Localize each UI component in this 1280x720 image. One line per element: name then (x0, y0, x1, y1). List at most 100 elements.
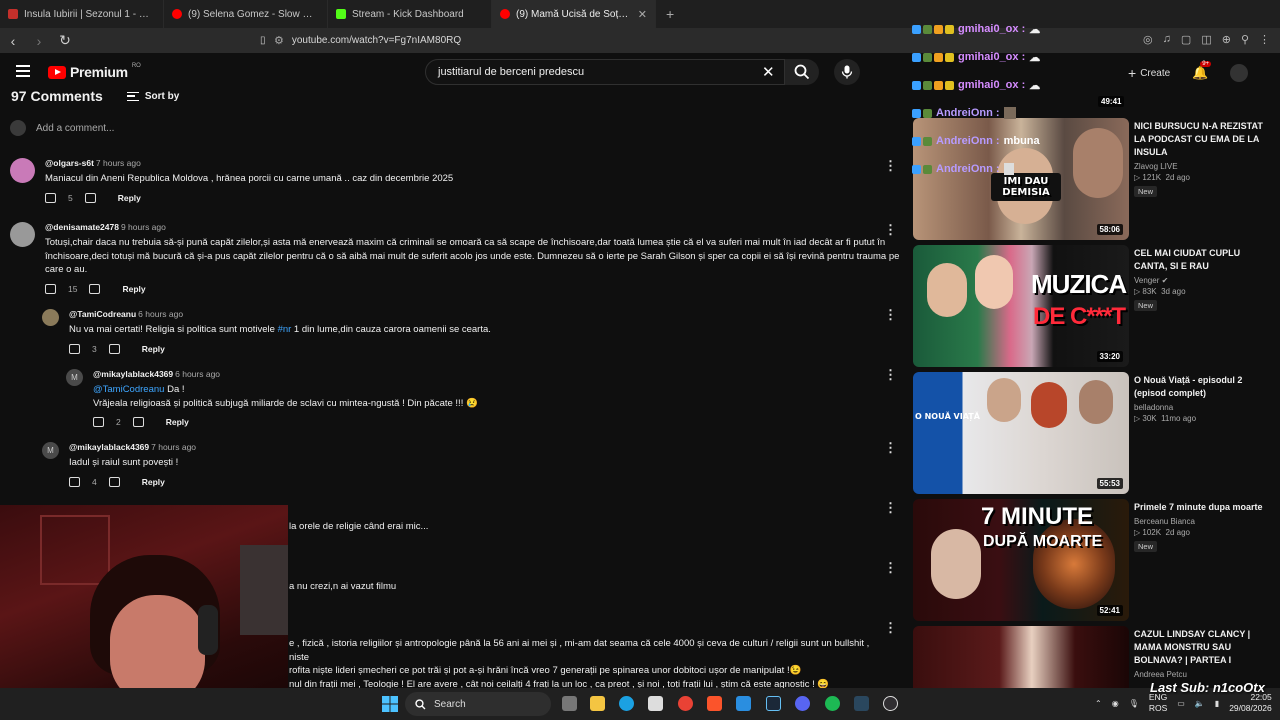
comment-author[interactable]: @olgars-s6t (45, 158, 94, 168)
chrome-icon[interactable] (678, 696, 693, 711)
video-title[interactable]: CEL MAI CIUDAT CUPLU CANTA, SI E RAU (1134, 247, 1274, 273)
like-icon[interactable] (69, 476, 80, 487)
add-comment-placeholder[interactable]: Add a comment... (36, 123, 114, 134)
dislike-icon[interactable] (84, 192, 96, 203)
related-video[interactable]: O NOUĂ VIAȚĂ 55:53 O Nouă Viață - episod… (913, 372, 1273, 494)
related-video[interactable]: CAZUL LINDSAY CLANCY | MAMA MONSTRU SAU … (913, 626, 1273, 688)
volume-icon[interactable]: 🔈 (1195, 699, 1205, 708)
video-title[interactable]: O Nouă Viață - episodul 2 (episod comple… (1134, 374, 1274, 400)
dislike-icon[interactable] (108, 343, 120, 354)
brave-icon[interactable] (707, 696, 722, 711)
windows-start-icon[interactable] (382, 696, 398, 712)
discord-icon[interactable] (795, 696, 810, 711)
task-view-icon[interactable] (562, 696, 577, 711)
back-icon[interactable]: ‹ (0, 33, 26, 49)
mention-link[interactable]: @TamiCodreanu (93, 384, 164, 395)
like-icon[interactable] (45, 283, 56, 294)
new-tab-icon[interactable]: + (666, 6, 674, 22)
video-thumbnail[interactable] (913, 626, 1129, 688)
comment-menu-icon[interactable]: ⋮ (884, 500, 897, 516)
reply-button[interactable]: Reply (166, 417, 189, 427)
steam-icon[interactable] (854, 696, 869, 711)
comment-menu-icon[interactable]: ⋮ (884, 620, 897, 636)
comment-time[interactable]: 6 hours ago (138, 309, 183, 319)
edge-icon[interactable] (619, 696, 634, 711)
reply-button[interactable]: Reply (118, 193, 141, 203)
reload-icon[interactable]: ↻ (52, 32, 78, 49)
related-video[interactable]: MUZICA DE C***T 33:20 CEL MAI CIUDAT CUP… (913, 245, 1273, 367)
comment-author[interactable]: @TamiCodreanu (69, 309, 136, 319)
like-icon[interactable] (45, 192, 56, 203)
emote-icon: ☁ (1029, 79, 1041, 92)
browser-tab[interactable]: Stream - Kick Dashboard (328, 0, 492, 28)
steam-icon[interactable] (766, 696, 781, 711)
chat-message: gmihai0_ox : ☁ (912, 43, 1272, 71)
vscode-icon[interactable] (736, 696, 751, 711)
channel-name[interactable]: belladonna (1134, 403, 1274, 412)
comment-menu-icon[interactable]: ⋮ (884, 440, 897, 456)
obs-icon[interactable] (883, 696, 898, 711)
search-button[interactable] (785, 59, 819, 85)
voice-search-button[interactable] (834, 59, 860, 85)
menu-icon[interactable] (16, 65, 30, 77)
channel-name[interactable]: Venger ✔ (1134, 276, 1274, 285)
taskbar-search[interactable]: Search (405, 692, 551, 716)
comment-menu-icon[interactable]: ⋮ (884, 222, 897, 238)
reply-button[interactable]: Reply (142, 477, 165, 487)
browser-tab[interactable]: (9) Selena Gomez - Slow Down (Offi... (164, 0, 328, 28)
hashtag-link[interactable]: #nr (278, 324, 292, 335)
url-field[interactable]: ▯ ⚙ youtube.com/watch?v=Fg7nIAM80RQ (260, 34, 461, 47)
related-video[interactable]: 7 MINUTE DUPĂ MOARTE 52:41 Primele 7 min… (913, 499, 1273, 621)
comment-time[interactable]: 7 hours ago (96, 158, 141, 168)
url-text[interactable]: youtube.com/watch?v=Fg7nIAM80RQ (292, 35, 461, 46)
clock[interactable]: 22:05 29/08/2026 (1229, 692, 1272, 714)
close-tab-icon[interactable]: ✕ (638, 8, 647, 21)
language-indicator[interactable]: ENG ROS (1149, 692, 1167, 714)
file-explorer-icon[interactable] (590, 696, 605, 711)
like-icon[interactable] (93, 417, 104, 427)
comment-author[interactable]: @mikaylablack4369 (69, 442, 149, 452)
video-thumbnail[interactable]: 7 MINUTE DUPĂ MOARTE 52:41 (913, 499, 1129, 621)
battery-icon[interactable]: ▮ (1215, 699, 1219, 708)
forward-icon[interactable]: › (26, 33, 52, 49)
comment-menu-icon[interactable]: ⋮ (884, 367, 897, 383)
comment-time[interactable]: 6 hours ago (175, 369, 220, 379)
comment-menu-icon[interactable]: ⋮ (884, 158, 897, 174)
channel-name[interactable]: Berceanu Bianca (1134, 517, 1274, 526)
comment-time[interactable]: 7 hours ago (151, 442, 196, 452)
tab-title: (9) Mamă Ucisă de Soțul ei Dupa... (516, 8, 632, 20)
browser-tab[interactable]: Insula Iubirii | Sezonul 1 - Episodul 7 (0, 0, 164, 28)
microphone-icon[interactable]: 🎙 (1129, 699, 1139, 708)
chevron-up-icon[interactable]: ⌃ (1095, 699, 1102, 708)
dislike-icon[interactable] (89, 283, 101, 294)
comment-author[interactable]: @denisamate2478 (45, 222, 119, 232)
reply-button[interactable]: Reply (122, 284, 145, 294)
browser-tab-active[interactable]: (9) Mamă Ucisă de Soțul ei Dupa... ✕ (492, 0, 656, 28)
comment-time[interactable]: 9 hours ago (121, 222, 166, 232)
store-icon[interactable] (648, 696, 663, 711)
youtube-premium-logo[interactable]: Premium RO (48, 63, 141, 80)
search-input[interactable]: justitiarul de berceni predescu (425, 59, 785, 85)
like-icon[interactable] (69, 343, 80, 354)
video-thumbnail[interactable]: MUZICA DE C***T 33:20 (913, 245, 1129, 367)
network-icon[interactable]: ▭ (1177, 699, 1185, 708)
video-title[interactable]: Primele 7 minute dupa moarte (1134, 501, 1274, 514)
dislike-icon[interactable] (132, 417, 144, 427)
tray-app-icon[interactable]: ◉ (1112, 699, 1119, 708)
reply-button[interactable]: Reply (142, 344, 165, 354)
comment-menu-icon[interactable]: ⋮ (884, 307, 897, 323)
video-thumbnail[interactable]: O NOUĂ VIAȚĂ 55:53 (913, 372, 1129, 494)
sort-by-button[interactable]: Sort by (126, 91, 179, 102)
dislike-icon[interactable] (108, 476, 120, 487)
comment-author[interactable]: @mikaylablack4369 (93, 369, 173, 379)
spotify-icon[interactable] (825, 696, 840, 711)
thumbnail-text: DUPĂ MOARTE (983, 533, 1103, 550)
comment-menu-icon[interactable]: ⋮ (884, 560, 897, 576)
bookmark-icon[interactable]: ▯ (260, 35, 266, 46)
channel-name[interactable]: Andreea Petcu (1134, 670, 1274, 679)
clear-search-icon[interactable]: ✕ (762, 63, 775, 81)
avatar: M (66, 369, 83, 386)
add-comment-field[interactable]: Add a comment... (10, 120, 114, 136)
site-info-icon[interactable]: ⚙ (274, 34, 284, 47)
video-title[interactable]: CAZUL LINDSAY CLANCY | MAMA MONSTRU SAU … (1134, 628, 1274, 667)
